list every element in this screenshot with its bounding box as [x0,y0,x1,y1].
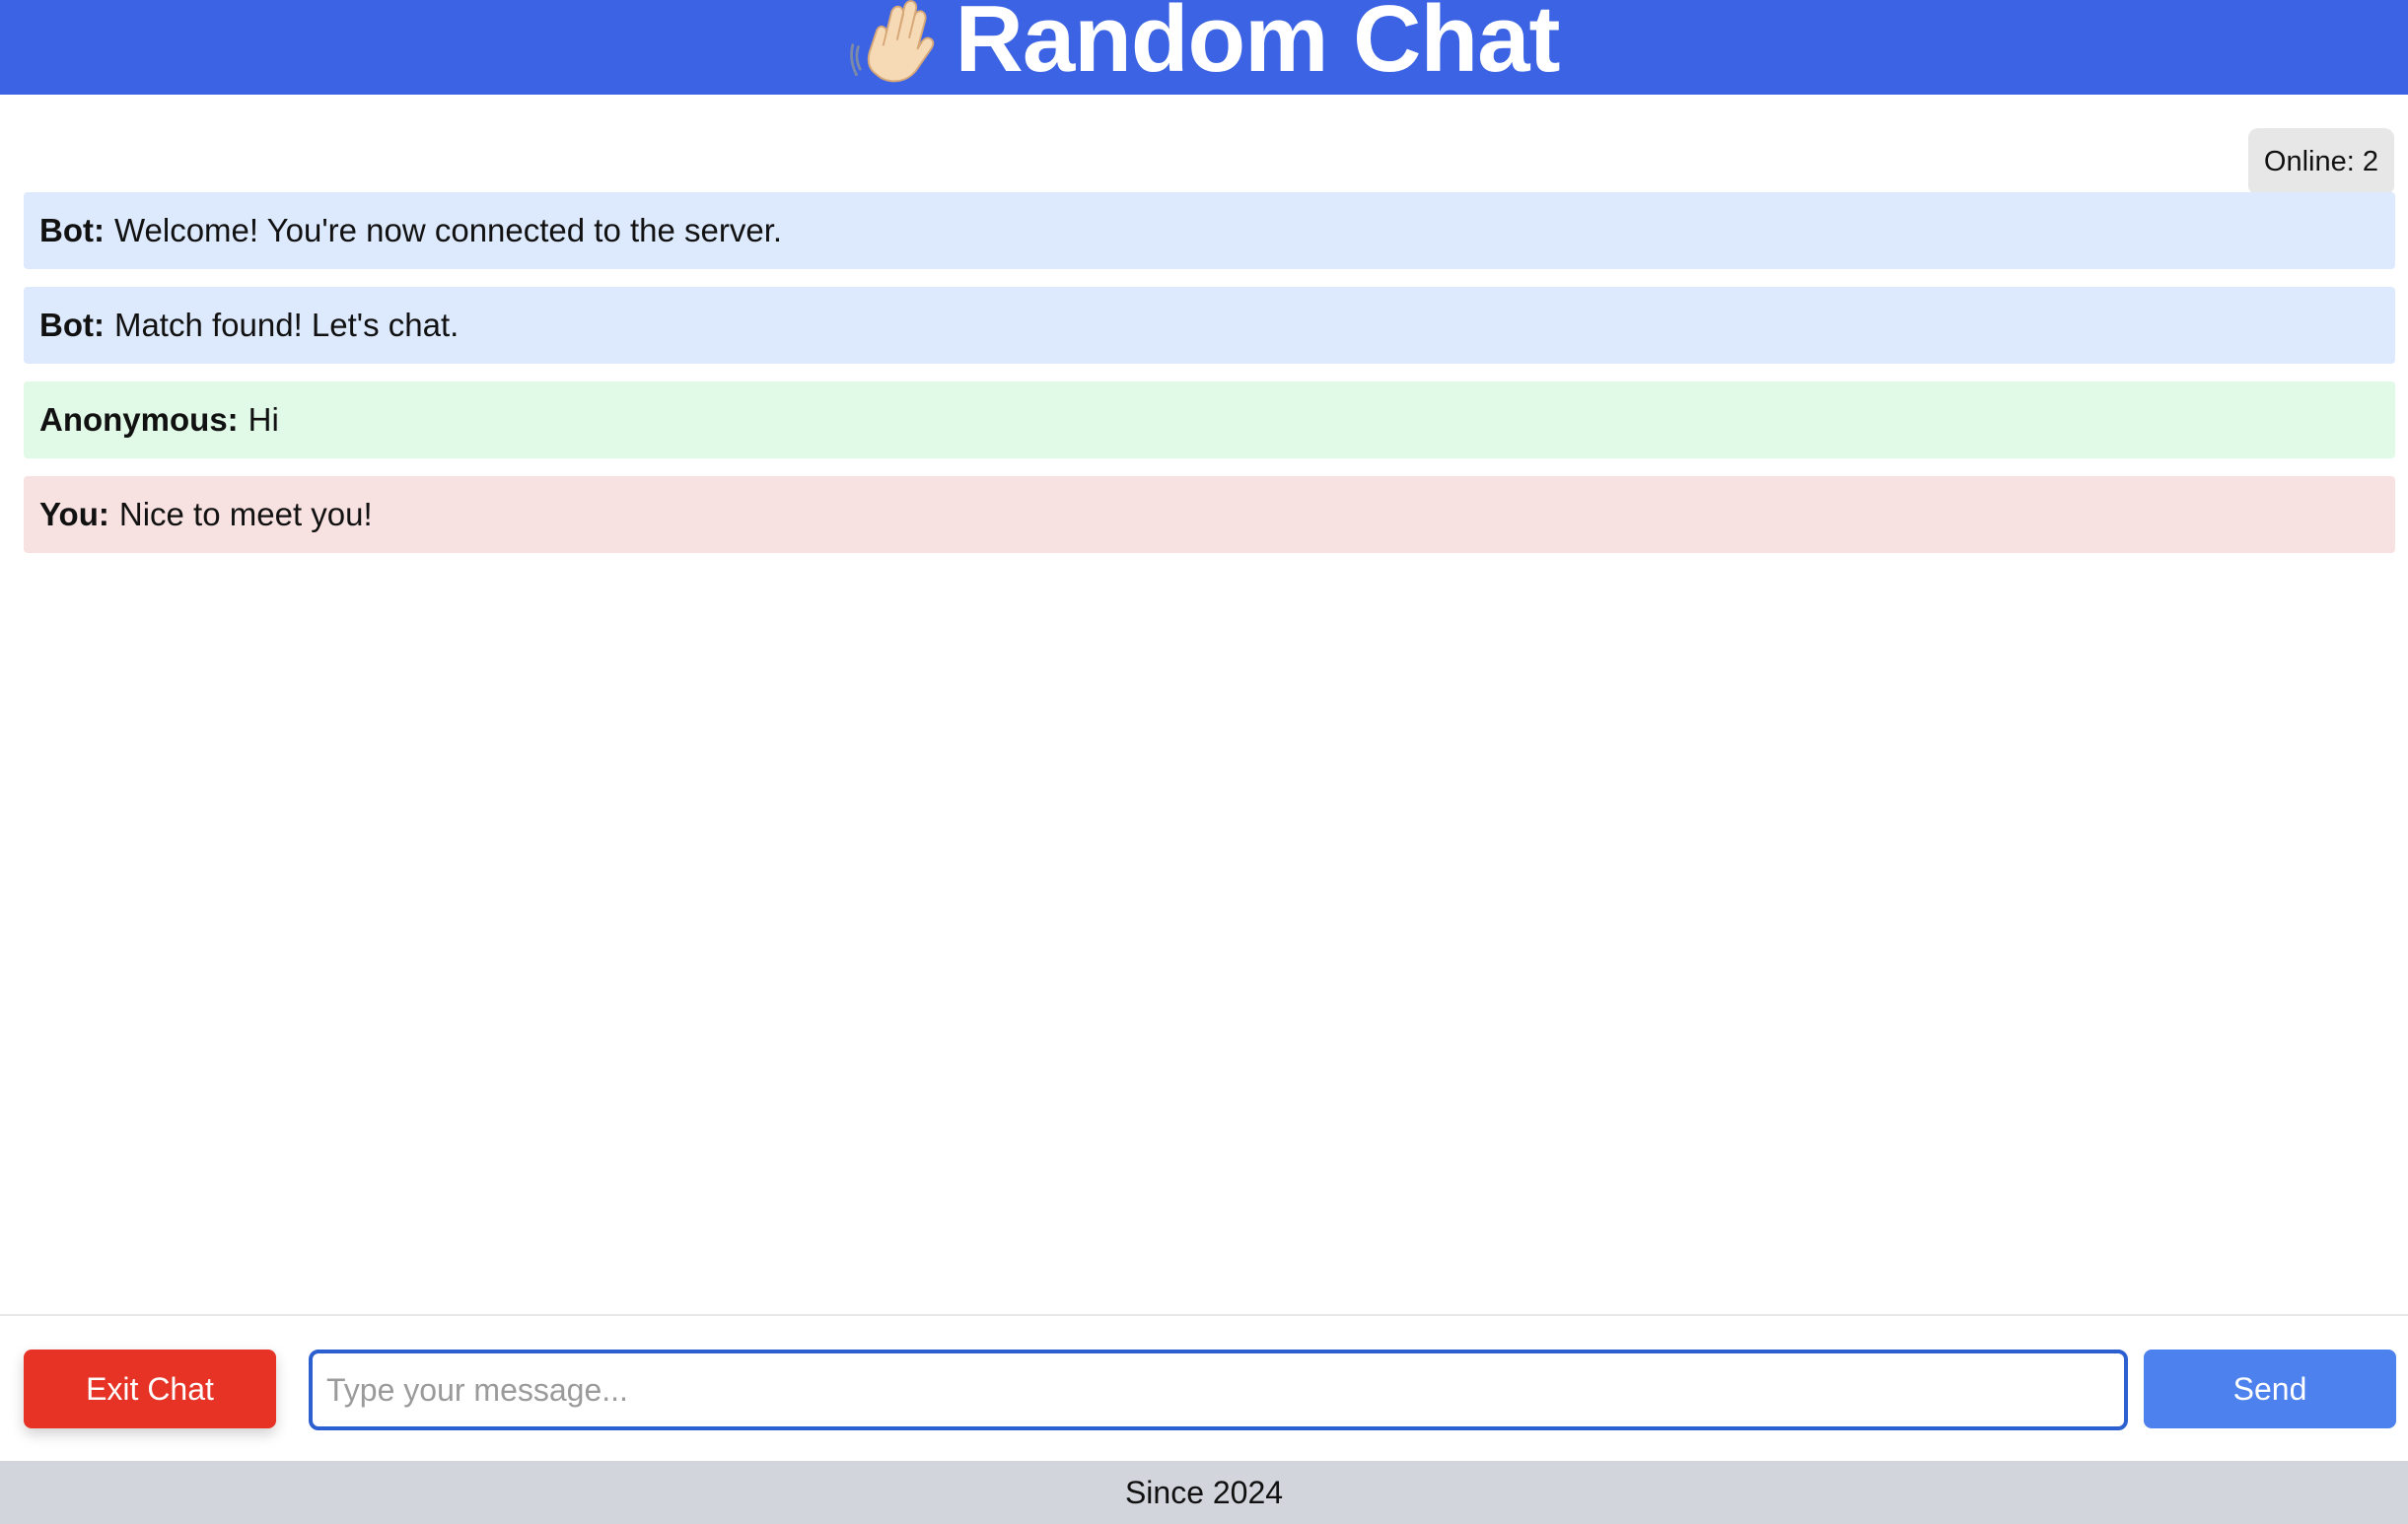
message-sender: You: [39,496,109,532]
app-header: Random Chat [0,0,2408,95]
send-button[interactable]: Send [2144,1350,2396,1428]
message-sender: Bot: [39,307,105,343]
message-text: Hi [248,401,279,438]
message-text: Nice to meet you! [118,496,373,532]
waving-hand-icon [849,0,934,83]
message-sender: Anonymous: [39,401,239,438]
exit-chat-button[interactable]: Exit Chat [24,1350,276,1428]
message-list: Bot: Welcome! You're now connected to th… [24,192,2395,571]
message-item: Bot: Welcome! You're now connected to th… [24,192,2395,269]
message-item: You: Nice to meet you! [24,476,2395,553]
message-sender: Bot: [39,212,105,248]
header-title-group: Random Chat [849,0,1561,92]
message-text: Match found! Let's chat. [113,307,460,343]
message-item: Bot: Match found! Let's chat. [24,287,2395,364]
message-text: Welcome! You're now connected to the ser… [113,212,783,248]
message-input[interactable] [309,1350,2128,1430]
composer-bar: Exit Chat Send [0,1314,2408,1460]
online-count-badge: Online: 2 [2247,128,2394,195]
message-item: Anonymous: Hi [24,381,2395,458]
page-title: Random Chat [955,0,1561,92]
page-footer: Since 2024 [0,1461,2408,1524]
